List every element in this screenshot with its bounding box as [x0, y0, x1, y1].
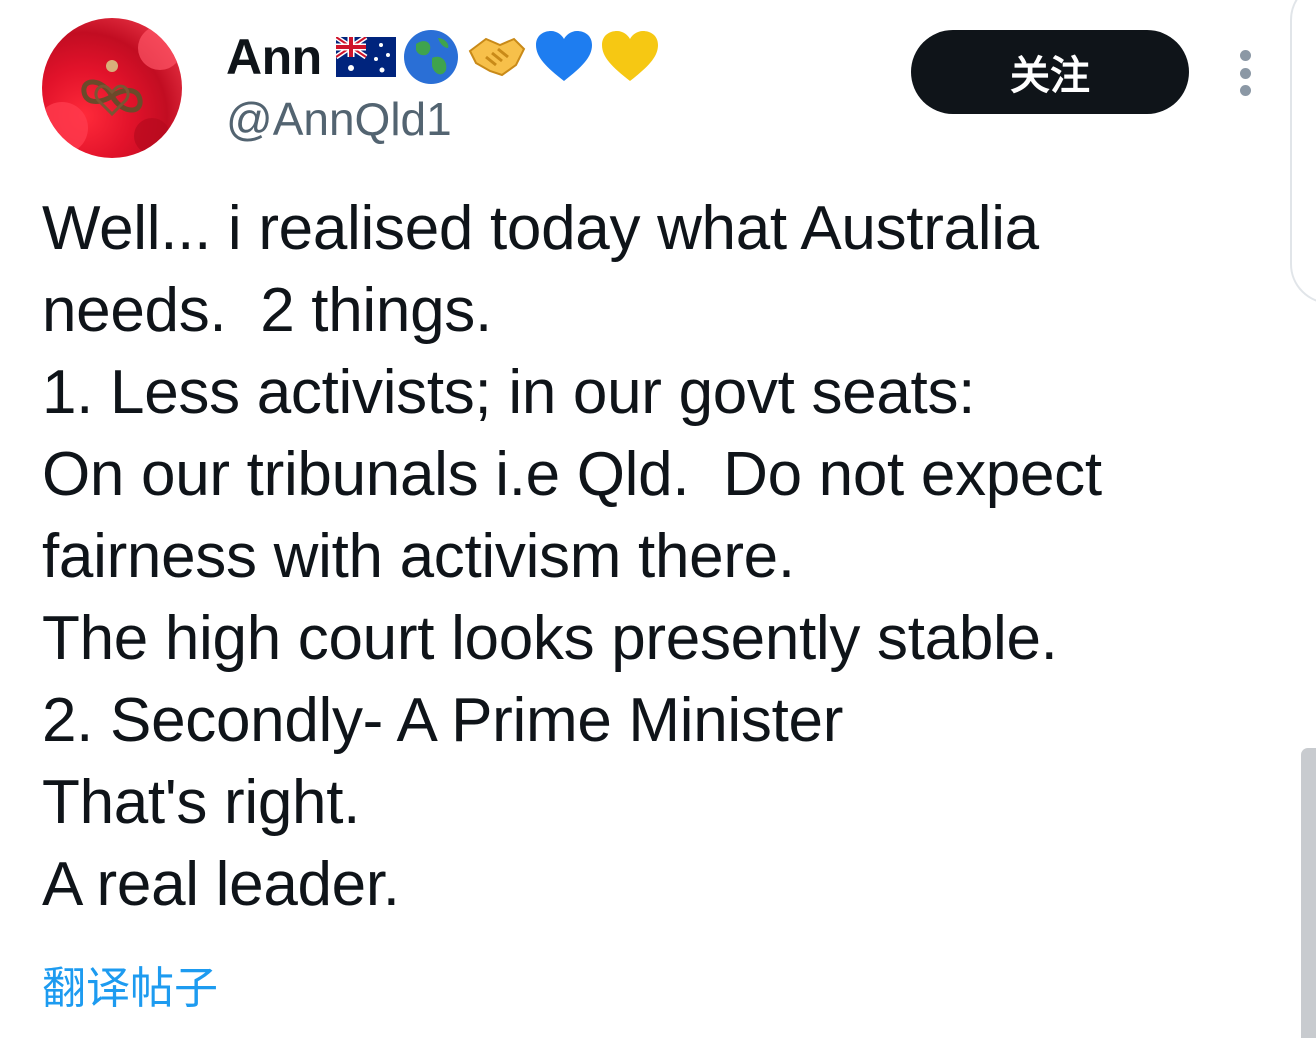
more-dot: [1239, 50, 1251, 61]
tweet-line: needs. 2 things.: [42, 276, 492, 345]
tweet-line: A real leader.: [42, 850, 400, 919]
tweet-line: Well... i realised today what Australia: [42, 194, 1039, 263]
tweet-line: That's right.: [42, 768, 361, 837]
more-dot: [1239, 85, 1251, 96]
side-panel-edge: [1290, 0, 1316, 304]
tweet-line: On our tribunals i.e Qld. Do not expect: [42, 440, 1102, 509]
tweet-line: fairness with activism there.: [42, 522, 795, 591]
handshake-icon: [468, 37, 525, 77]
australian-flag-icon: [335, 37, 396, 77]
blue-heart-icon: [535, 31, 592, 81]
name-emojis: [335, 28, 660, 86]
yellow-heart-icon: [601, 31, 658, 81]
user-handle[interactable]: @AnnQld1: [226, 92, 452, 146]
tweet-line: The high court looks presently stable.: [42, 604, 1058, 673]
tweet-text: Well... i realised today what Australia …: [42, 188, 1242, 926]
translate-post-link[interactable]: 翻译帖子: [42, 952, 218, 1016]
scrollbar[interactable]: [1301, 748, 1316, 1038]
globe-icon: [403, 30, 458, 84]
more-options-vertical-icon[interactable]: [1230, 50, 1260, 96]
infinity-heart-emblem-icon: [42, 26, 182, 154]
avatar[interactable]: [42, 18, 182, 158]
tweet-line: 2. Secondly- A Prime Minister: [42, 686, 844, 755]
tweet-line: 1. Less activists; in our govt seats:: [42, 358, 976, 427]
follow-button[interactable]: 关注: [911, 30, 1189, 114]
display-name[interactable]: Ann: [226, 28, 322, 86]
more-dot: [1239, 67, 1251, 79]
name-row: Ann: [226, 22, 660, 92]
